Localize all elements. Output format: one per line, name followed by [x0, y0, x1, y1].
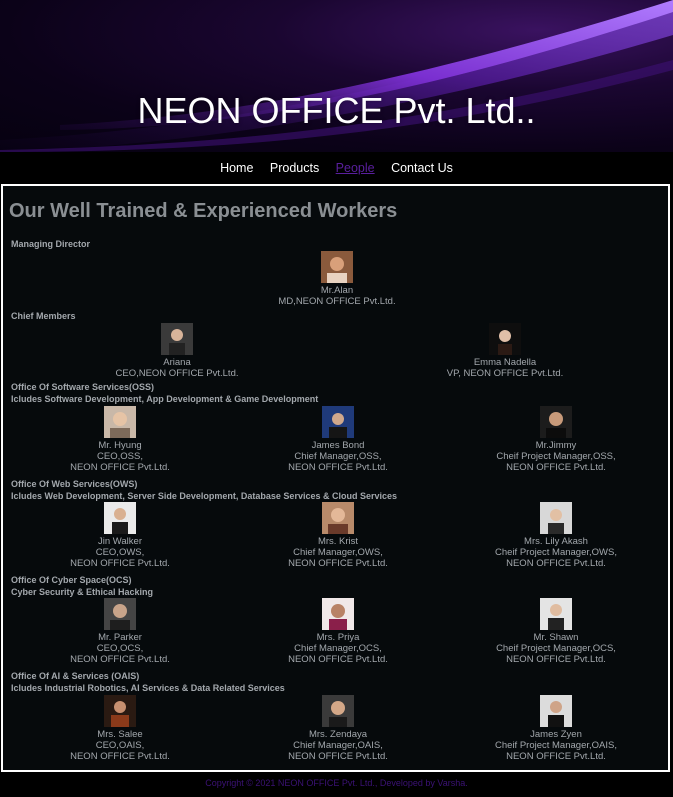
avatar-photo	[104, 695, 136, 727]
section-subtitle: Cyber Security & Ethical Hacking	[11, 586, 154, 597]
nav-home-link[interactable]: Home	[220, 152, 253, 184]
nav-contact-link[interactable]: Contact Us	[391, 152, 453, 184]
section-title: Office Of Web Services(OWS)	[11, 479, 138, 489]
workers-section: Our Well Trained & Experienced Workers M…	[1, 184, 670, 772]
person-role: CEO,OCS,	[96, 643, 144, 654]
person-company: NEON OFFICE Pvt.Ltd.	[70, 654, 170, 665]
person-name: Mrs. Lily Akash	[524, 536, 588, 547]
avatar-photo	[321, 251, 353, 283]
avatar-photo	[104, 502, 136, 534]
person-name: James Bond	[311, 440, 365, 451]
avatar-photo	[540, 406, 572, 438]
person-name: Mr.Alan	[320, 285, 354, 296]
person-company: NEON OFFICE Pvt.Ltd.	[70, 558, 170, 569]
page-heading: Our Well Trained & Experienced Workers	[9, 200, 398, 222]
person-card: Jin Walker CEO,OWS, NEON OFFICE Pvt.Ltd.	[10, 502, 230, 569]
person-role: Chief Manager,OCS,	[294, 643, 382, 654]
avatar-photo	[540, 695, 572, 727]
person-role: CEO,OWS,	[95, 547, 145, 558]
person-name: Mr.Jimmy	[535, 440, 577, 451]
person-card: Mr. Parker CEO,OCS, NEON OFFICE Pvt.Ltd.	[10, 598, 230, 665]
person-company: NEON OFFICE Pvt.Ltd.	[70, 462, 170, 473]
person-company: NEON OFFICE Pvt.Ltd.	[288, 751, 388, 762]
person-role: Cheif Project Manager,OWS,	[495, 547, 617, 558]
person-name: Mr. Hyung	[98, 440, 142, 451]
person-company: NEON OFFICE Pvt.Ltd.	[506, 751, 606, 762]
person-name: James Zyen	[530, 729, 582, 740]
person-company: NEON OFFICE Pvt.Ltd.	[288, 654, 388, 665]
person-role: Chief Manager,OWS,	[293, 547, 383, 558]
person-card: James Bond Chief Manager,OSS, NEON OFFIC…	[228, 406, 448, 473]
person-role: Cheif Project Manager,OSS,	[496, 451, 616, 462]
avatar-photo	[540, 502, 572, 534]
person-role: MD,NEON OFFICE Pvt.Ltd.	[278, 296, 396, 307]
main-nav: Home Products People Contact Us	[0, 152, 673, 184]
person-card: Mr. Shawn Cheif Project Manager,OCS, NEO…	[446, 598, 666, 665]
person-card: Mr.Alan MD,NEON OFFICE Pvt.Ltd.	[227, 251, 447, 307]
person-company: NEON OFFICE Pvt.Ltd.	[506, 654, 606, 665]
person-card: James Zyen Cheif Project Manager,OAIS, N…	[446, 695, 666, 762]
person-name: Mr. Shawn	[533, 632, 579, 643]
footer-copyright: Copyright © 2021 NEON OFFICE Pvt. Ltd., …	[205, 778, 468, 788]
nav-people-link[interactable]: People	[336, 152, 375, 184]
avatar-photo	[540, 598, 572, 630]
person-company: NEON OFFICE Pvt.Ltd.	[506, 462, 606, 473]
person-name: Mrs. Zendaya	[308, 729, 368, 740]
section-title-ows: Office Of Web Services(OWS) Icludes Web …	[11, 479, 397, 502]
person-name: Jin Walker	[98, 536, 142, 547]
avatar-photo	[489, 323, 521, 355]
person-card: Mrs. Krist Chief Manager,OWS, NEON OFFIC…	[228, 502, 448, 569]
person-role: CEO,OSS,	[97, 451, 143, 462]
section-title: Office Of Cyber Space(OCS)	[11, 575, 132, 585]
nav-products-link[interactable]: Products	[270, 152, 319, 184]
site-title: NEON OFFICE Pvt. Ltd..	[137, 90, 536, 131]
person-card: Emma Nadella VP, NEON OFFICE Pvt.Ltd.	[395, 323, 615, 379]
person-role: Chief Manager,OSS,	[294, 451, 382, 462]
section-title-oss: Office Of Software Services(OSS) Icludes…	[11, 382, 318, 405]
person-company: NEON OFFICE Pvt.Ltd.	[288, 462, 388, 473]
person-role: Cheif Project Manager,OAIS,	[495, 740, 617, 751]
person-name: Mrs. Salee	[97, 729, 143, 740]
avatar-photo	[322, 695, 354, 727]
person-card: Mrs. Priya Chief Manager,OCS, NEON OFFIC…	[228, 598, 448, 665]
avatar-photo	[322, 502, 354, 534]
section-title-ocs: Office Of Cyber Space(OCS) Cyber Securit…	[11, 575, 153, 598]
person-card: Mrs. Lily Akash Cheif Project Manager,OW…	[446, 502, 666, 569]
person-company: NEON OFFICE Pvt.Ltd.	[288, 558, 388, 569]
avatar-photo	[322, 406, 354, 438]
section-title-md: Managing Director	[11, 239, 91, 249]
person-card: Mr.Jimmy Cheif Project Manager,OSS, NEON…	[446, 406, 666, 473]
person-role: Cheif Project Manager,OCS,	[496, 643, 616, 654]
person-card: Ariana CEO,NEON OFFICE Pvt.Ltd.	[67, 323, 287, 379]
person-role: CEO,NEON OFFICE Pvt.Ltd.	[115, 368, 239, 379]
section-title: Office Of Software Services(OSS)	[11, 382, 155, 392]
person-name: Mr. Parker	[98, 632, 142, 643]
avatar-photo	[322, 598, 354, 630]
person-name: Emma Nadella	[473, 357, 537, 368]
avatar-photo	[104, 406, 136, 438]
section-subtitle: Icludes Software Development, App Develo…	[11, 393, 319, 404]
person-company: NEON OFFICE Pvt.Ltd.	[70, 751, 170, 762]
avatar-photo	[104, 598, 136, 630]
header-banner: NEON OFFICE Pvt. Ltd..	[0, 0, 673, 152]
person-company: NEON OFFICE Pvt.Ltd.	[506, 558, 606, 569]
person-card: Mr. Hyung CEO,OSS, NEON OFFICE Pvt.Ltd.	[10, 406, 230, 473]
person-role: VP, NEON OFFICE Pvt.Ltd.	[446, 368, 564, 379]
avatar-photo	[161, 323, 193, 355]
person-card: Mrs. Salee CEO,OAIS, NEON OFFICE Pvt.Ltd…	[10, 695, 230, 762]
person-card: Mrs. Zendaya Chief Manager,OAIS, NEON OF…	[228, 695, 448, 762]
person-role: CEO,OAIS,	[95, 740, 145, 751]
section-title-oais: Office Of AI & Services (OAIS) Icludes I…	[11, 671, 285, 694]
person-name: Mrs. Priya	[316, 632, 360, 643]
section-title-chief: Chief Members	[11, 311, 76, 321]
person-role: Chief Manager,OAIS,	[293, 740, 383, 751]
person-name: Ariana	[163, 357, 191, 368]
section-subtitle: Icludes Industrial Robotics, AI Services…	[11, 682, 285, 693]
section-subtitle: Icludes Web Development, Server Side Dev…	[11, 490, 397, 501]
section-title: Office Of AI & Services (OAIS)	[11, 671, 140, 681]
person-name: Mrs. Krist	[317, 536, 359, 547]
